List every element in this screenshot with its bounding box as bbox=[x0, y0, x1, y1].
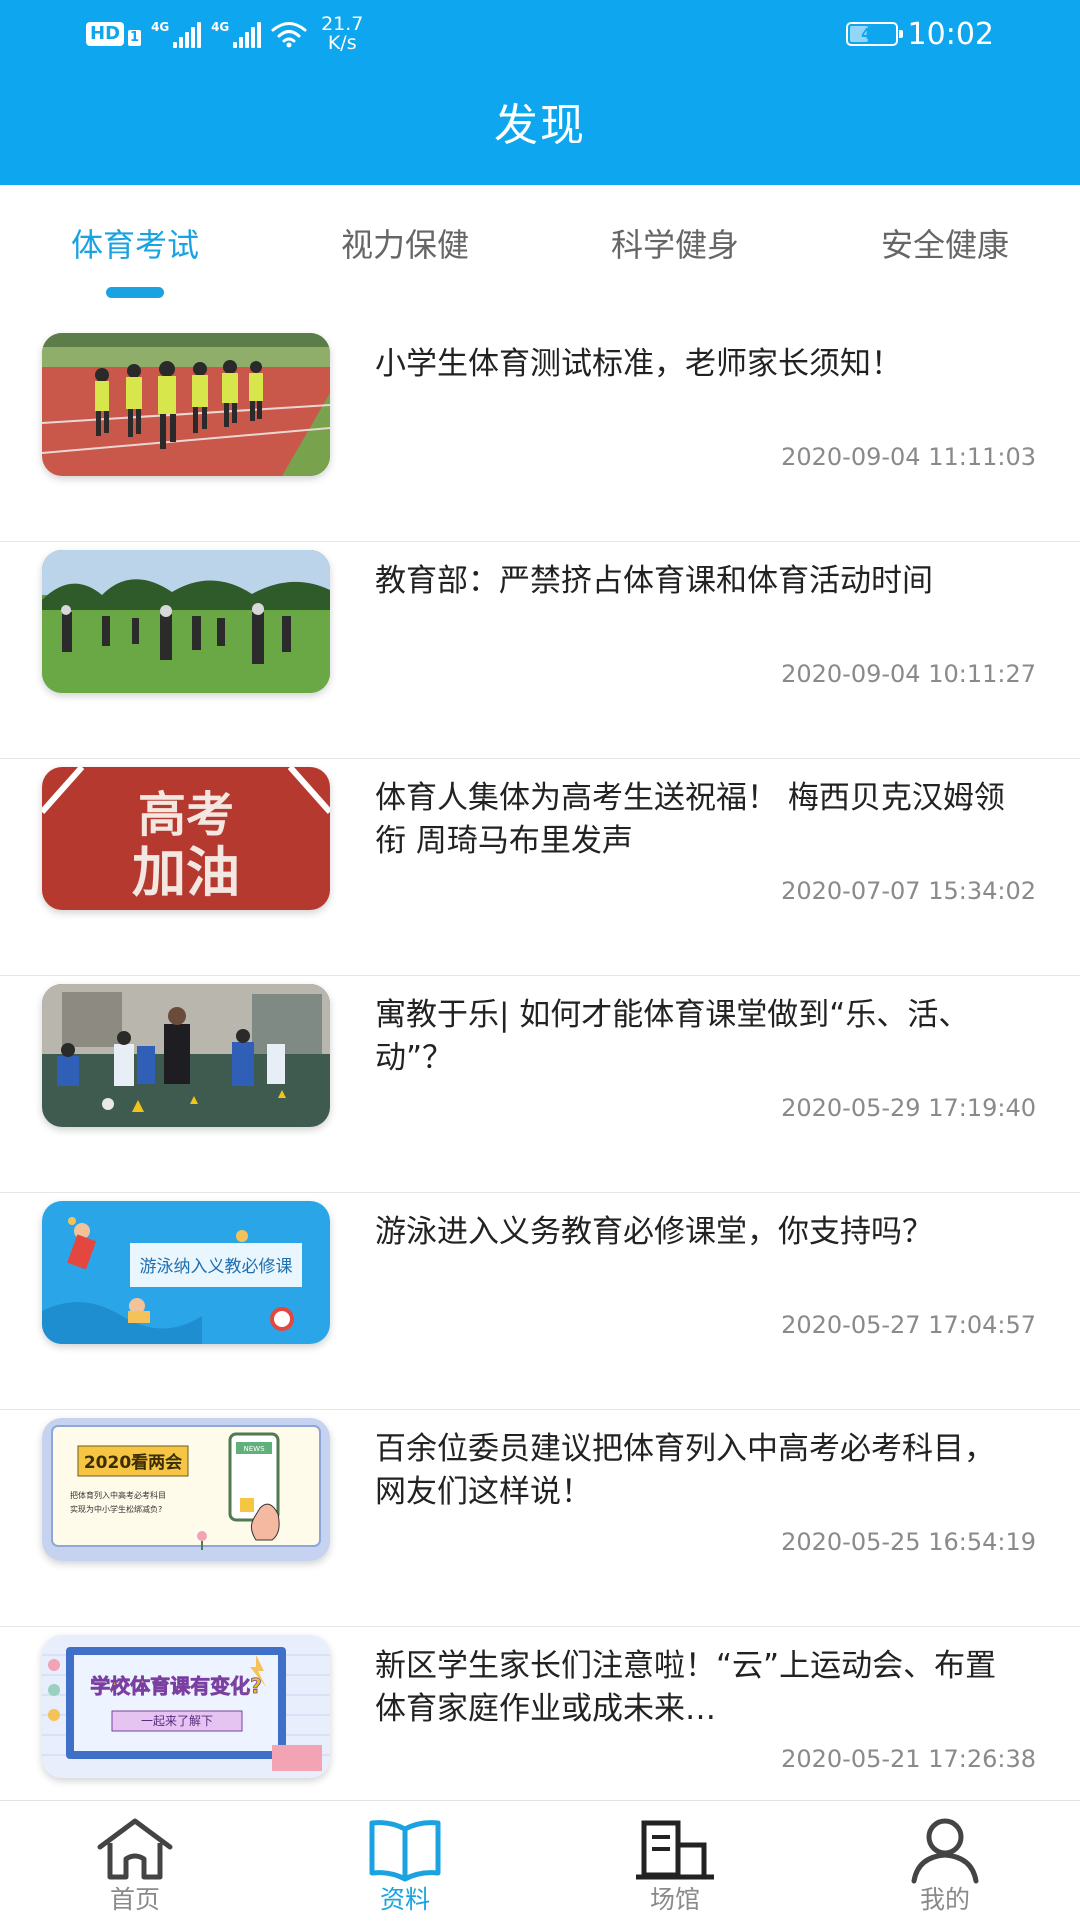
two-sessions-sub2: 实现为中小学生松绑减负? bbox=[70, 1504, 162, 1514]
battery-icon: 41 bbox=[845, 22, 903, 46]
book-icon bbox=[369, 1820, 441, 1882]
article-item[interactable]: 教育部：严禁挤占体育课和体育活动时间 2020-09-04 10:11:27 bbox=[0, 542, 1080, 759]
nav-home[interactable]: 首页 bbox=[0, 1801, 270, 1921]
venue-building-icon bbox=[636, 1820, 714, 1880]
two-sessions-illustration-image: 2020看两会 把体育列入中高考必考科目 实现为中小学生松绑减负? NEWS bbox=[42, 1418, 330, 1561]
article-thumbnail: 学校体育课有变化? 一起来了解下 bbox=[42, 1635, 330, 1778]
status-right: 41 10:02 bbox=[845, 14, 994, 54]
article-date: 2020-05-27 17:04:57 bbox=[781, 1311, 1036, 1339]
pe-class-change-illustration-image: 学校体育课有变化? 一起来了解下 bbox=[42, 1635, 330, 1778]
tab-vision-care[interactable]: 视力保健 bbox=[270, 185, 540, 305]
battery-level: 41 bbox=[861, 25, 882, 43]
article-list: 小学生体育测试标准，老师家长须知！ 2020-09-04 11:11:03 教育… bbox=[0, 325, 1080, 1844]
signal-1-icon: 4G bbox=[151, 20, 202, 48]
article-thumbnail: 高考 加油 bbox=[42, 767, 330, 910]
tab-label: 安全健康 bbox=[880, 226, 1009, 264]
network-speed-unit: K/s bbox=[327, 32, 357, 54]
tab-scientific-fitness[interactable]: 科学健身 bbox=[540, 185, 810, 305]
article-title: 游泳进入义务教育必修课堂，你支持吗？ bbox=[375, 1214, 933, 1250]
article-title: 小学生体育测试标准，老师家长须知！ bbox=[375, 346, 902, 382]
pe-change-title: 学校体育课有变化? bbox=[90, 1674, 262, 1698]
article-title: 教育部：严禁挤占体育课和体育活动时间 bbox=[375, 563, 933, 599]
tab-label: 体育考试 bbox=[70, 226, 199, 264]
sim-index: 1 bbox=[128, 30, 142, 46]
status-left: HD 1 4G 4G 21.7 K/s bbox=[86, 14, 363, 54]
news-tag: NEWS bbox=[243, 1445, 265, 1453]
article-thumbnail bbox=[42, 550, 330, 693]
article-title: 体育人集体为高考生送祝福！ 梅西贝克汉姆领衔 周琦马布里发声 bbox=[375, 780, 1005, 859]
pe-change-button-text: 一起来了解下 bbox=[141, 1714, 213, 1728]
tab-label: 科学健身 bbox=[610, 226, 739, 264]
bottom-nav: 首页 资料 场馆 我的 bbox=[0, 1800, 1080, 1920]
nav-label: 资料 bbox=[379, 1885, 430, 1914]
tab-safety-health[interactable]: 安全健康 bbox=[810, 185, 1080, 305]
gaokao-line2: 加油 bbox=[132, 841, 240, 904]
article-date: 2020-09-04 11:11:03 bbox=[781, 443, 1036, 471]
nav-profile[interactable]: 我的 bbox=[810, 1801, 1080, 1921]
network-type-2: 4G bbox=[211, 20, 230, 34]
tab-active-indicator bbox=[106, 287, 164, 298]
nav-label: 我的 bbox=[919, 1885, 970, 1914]
gaokao-line1: 高考 bbox=[138, 787, 234, 843]
network-speed: 21.7 K/s bbox=[321, 15, 363, 53]
nav-venues[interactable]: 场馆 bbox=[540, 1801, 810, 1921]
article-item[interactable]: 高考 加油 体育人集体为高考生送祝福！ 梅西贝克汉姆领衔 周琦马布里发声 202… bbox=[0, 759, 1080, 976]
article-thumbnail bbox=[42, 333, 330, 476]
article-thumbnail bbox=[42, 984, 330, 1127]
article-date: 2020-09-04 10:11:27 bbox=[781, 660, 1036, 688]
grass-field-class-image bbox=[42, 550, 330, 693]
wifi-icon bbox=[271, 22, 307, 48]
article-date: 2020-05-29 17:19:40 bbox=[781, 1094, 1036, 1122]
article-date: 2020-05-21 17:26:38 bbox=[781, 1745, 1036, 1773]
article-item[interactable]: 小学生体育测试标准，老师家长须知！ 2020-09-04 11:11:03 bbox=[0, 325, 1080, 542]
article-title: 寓教于乐| 如何才能体育课堂做到“乐、活、动”？ bbox=[375, 997, 970, 1076]
tab-label: 视力保健 bbox=[340, 226, 469, 264]
article-item[interactable]: 游泳纳入义教必修课 游泳进入义务教育必修课堂，你支持吗？ 2020-05-27 … bbox=[0, 1193, 1080, 1410]
swim-banner-text: 游泳纳入义教必修课 bbox=[140, 1257, 293, 1277]
gaokao-jiayou-image: 高考 加油 bbox=[42, 767, 330, 910]
hd-badge: HD bbox=[86, 22, 125, 46]
article-item[interactable]: 寓教于乐| 如何才能体育课堂做到“乐、活、动”？ 2020-05-29 17:1… bbox=[0, 976, 1080, 1193]
app-header: HD 1 4G 4G 21.7 K/s 41 10:02 发现 bbox=[0, 0, 1080, 185]
two-sessions-sub1: 把体育列入中高考必考科目 bbox=[70, 1490, 166, 1500]
article-date: 2020-07-07 15:34:02 bbox=[781, 877, 1036, 905]
category-tabs: 体育考试 视力保健 科学健身 安全健康 bbox=[0, 185, 1080, 305]
tab-sports-exam[interactable]: 体育考试 bbox=[0, 185, 270, 305]
home-icon bbox=[97, 1818, 173, 1880]
article-title: 新区学生家长们注意啦！“云”上运动会、布置体育家庭作业或成未来… bbox=[375, 1648, 997, 1727]
article-date: 2020-05-25 16:54:19 bbox=[781, 1528, 1036, 1556]
network-type-1: 4G bbox=[151, 20, 170, 34]
user-icon bbox=[911, 1818, 979, 1884]
nav-materials[interactable]: 资料 bbox=[270, 1801, 540, 1921]
swimming-illustration-image: 游泳纳入义教必修课 bbox=[42, 1201, 330, 1344]
nav-label: 场馆 bbox=[649, 1885, 700, 1914]
status-time: 10:02 bbox=[907, 16, 994, 52]
two-sessions-title: 2020看两会 bbox=[84, 1452, 182, 1473]
article-thumbnail: 2020看两会 把体育列入中高考必考科目 实现为中小学生松绑减负? NEWS bbox=[42, 1418, 330, 1561]
track-running-kids-image bbox=[42, 333, 330, 476]
page-title: 发现 bbox=[494, 100, 586, 151]
article-title: 百余位委员建议把体育列入中高考必考科目，网友们这样说！ bbox=[375, 1431, 995, 1510]
status-bar: HD 1 4G 4G 21.7 K/s 41 10:02 bbox=[0, 0, 1080, 64]
article-thumbnail: 游泳纳入义教必修课 bbox=[42, 1201, 330, 1344]
football-drill-class-image bbox=[42, 984, 330, 1127]
nav-label: 首页 bbox=[109, 1885, 160, 1914]
signal-2-icon: 4G bbox=[211, 20, 262, 48]
article-item[interactable]: 2020看两会 把体育列入中高考必考科目 实现为中小学生松绑减负? NEWS 百… bbox=[0, 1410, 1080, 1627]
